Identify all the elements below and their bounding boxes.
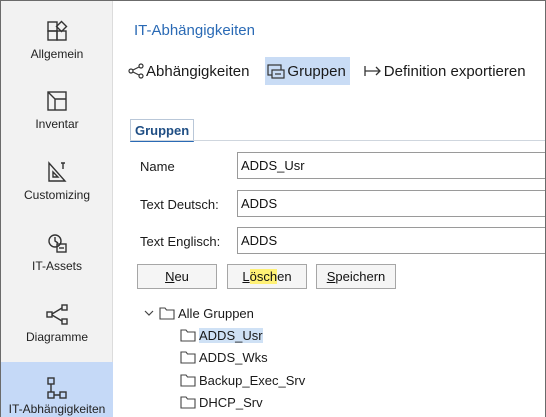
save-label-rest: peichern [335,269,386,284]
sidebar-item-inventar[interactable]: Inventar [1,71,113,141]
dependencies-button[interactable]: Abhängigkeiten [126,57,253,85]
tree-item[interactable]: ADDS_Wks [180,347,268,367]
diagram-icon [46,304,68,325]
dependency-icon [47,377,67,399]
new-label-rest: eu [174,269,189,284]
sidebar-item-it-assets[interactable]: IT-Assets [1,213,113,283]
inventory-icon [47,91,67,111]
dependencies-icon [128,63,144,79]
tree-item-label: Backup_Exec_Srv [199,372,306,388]
main-content: IT-Abhängigkeiten Abhängigkeiten Gruppen… [114,1,545,417]
save-button[interactable]: Speichern [316,264,396,289]
name-field[interactable]: ADDS_Usr [237,152,545,179]
sidebar-item-label: IT-Abhängigkeiten [8,402,106,416]
tree-item-label: ADDS_Wks [199,349,268,365]
tab-divider [130,140,545,141]
export-arrow-icon [364,66,381,76]
export-definition-button[interactable]: Definition exportieren [362,57,530,85]
delete-accel: L [242,269,250,284]
sidebar: Allgemein Inventar Customizing IT-Assets… [1,1,113,417]
folder-icon [159,307,175,320]
tree-item[interactable]: ADDS_Usr [180,325,263,345]
folder-icon [180,374,196,387]
page-title: IT-Abhängigkeiten [134,22,255,39]
text-deutsch-field[interactable]: ADDS [237,190,545,217]
sidebar-item-label: Customizing [23,188,91,202]
tab-gruppen[interactable]: Gruppen [130,119,195,142]
it-assets-icon [48,234,67,253]
name-label: Name [140,159,175,174]
collapse-chevron-icon[interactable] [142,306,156,320]
new-button[interactable]: Neu [137,264,217,289]
text-englisch-field[interactable]: ADDS [237,227,545,254]
groups-label: Gruppen [287,62,346,80]
customizing-icon [48,161,67,182]
delete-label-rest: en [277,269,292,284]
sidebar-item-it-abhaengigkeiten[interactable]: IT-Abhängigkeiten [1,362,113,417]
sidebar-item-customizing[interactable]: Customizing [1,142,113,212]
text-englisch-label: Text Englisch: [140,234,221,249]
sidebar-item-label: Allgemein [30,47,84,61]
folder-icon [180,351,196,364]
tree-item-label: ADDS_Usr [199,327,263,343]
tree-root[interactable]: Alle Gruppen [142,303,254,323]
sidebar-item-diagramme[interactable]: Diagramme [1,284,113,354]
tree-item-label: DHCP_Srv [199,394,263,410]
sidebar-item-label: IT-Assets [31,259,82,273]
tree-item[interactable]: DHCP_Srv [180,392,263,412]
export-label: Definition exportieren [383,62,526,80]
tree-item[interactable]: Backup_Exec_Srv [180,370,305,390]
groups-icon [267,64,286,79]
text-deutsch-label: Text Deutsch: [140,197,219,212]
dependencies-label: Abhängigkeiten [146,62,250,80]
folder-icon [180,396,196,409]
folder-icon [180,329,196,342]
sidebar-item-allgemein[interactable]: Allgemein [1,1,113,71]
tree-item-label: Alle Gruppen [178,305,254,321]
sidebar-item-label: Diagramme [25,330,88,344]
puzzle-icon [47,20,68,41]
delete-highlight: ösch [249,269,278,284]
toolbar: Abhängigkeiten Gruppen Definition export… [126,57,542,85]
delete-button[interactable]: Löschen [227,264,307,289]
sidebar-item-label: Inventar [35,117,79,131]
groups-button[interactable]: Gruppen [265,57,350,85]
